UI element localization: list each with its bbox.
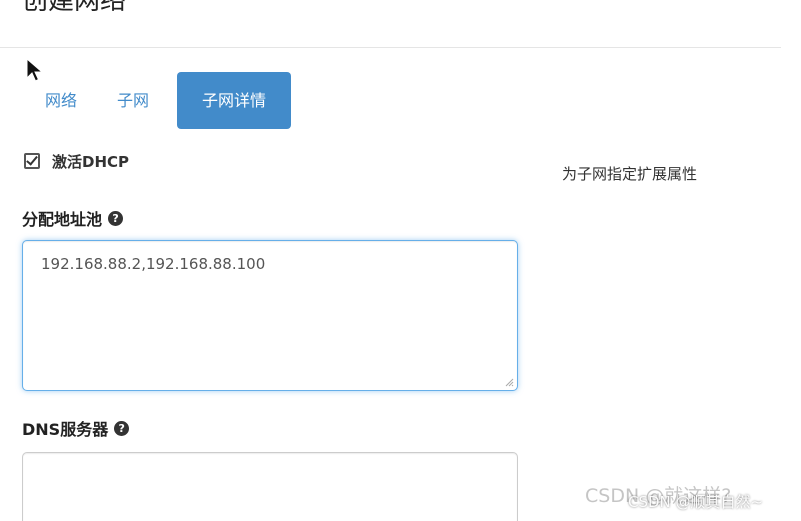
enable-dhcp-label[interactable]: 激活DHCP: [52, 151, 129, 172]
watermark-overlay: CSDN @顺其自然~: [628, 493, 764, 511]
allocation-pools-textarea[interactable]: [22, 240, 518, 391]
dns-servers-label-row: DNS服务器 ?: [22, 416, 522, 440]
enable-dhcp-row: 激活DHCP: [22, 148, 522, 174]
dns-servers-wrap: [22, 452, 518, 521]
question-circle-icon[interactable]: ?: [114, 420, 130, 436]
resize-handle-icon[interactable]: [504, 377, 514, 387]
tab-subnet-details[interactable]: 子网详情: [177, 72, 292, 129]
allocation-pools-label-row: 分配地址池 ?: [22, 206, 522, 230]
question-circle-icon[interactable]: ?: [108, 210, 124, 226]
wizard-tabs: 网络 子网 子网详情: [25, 72, 292, 129]
dns-servers-textarea[interactable]: [22, 452, 518, 521]
dns-servers-label: DNS服务器: [22, 420, 109, 439]
allocation-pools-wrap: [22, 240, 518, 391]
allocation-pools-label: 分配地址池: [22, 210, 103, 229]
tab-subnet[interactable]: 子网: [97, 72, 169, 129]
enable-dhcp-checkbox[interactable]: [24, 153, 40, 169]
side-help-text: 为子网指定扩展属性: [562, 165, 698, 183]
header-divider: [0, 47, 781, 48]
subnet-details-form: 激活DHCP 分配地址池 ? DNS服务器 ?: [22, 148, 522, 521]
modal-title: 创建网络: [22, 0, 127, 16]
create-network-modal: 创建网络 网络 子网 子网详情 激活DHCP 分配地址池 ? DNS服务器 ?: [0, 0, 801, 521]
tab-network[interactable]: 网络: [25, 72, 97, 129]
